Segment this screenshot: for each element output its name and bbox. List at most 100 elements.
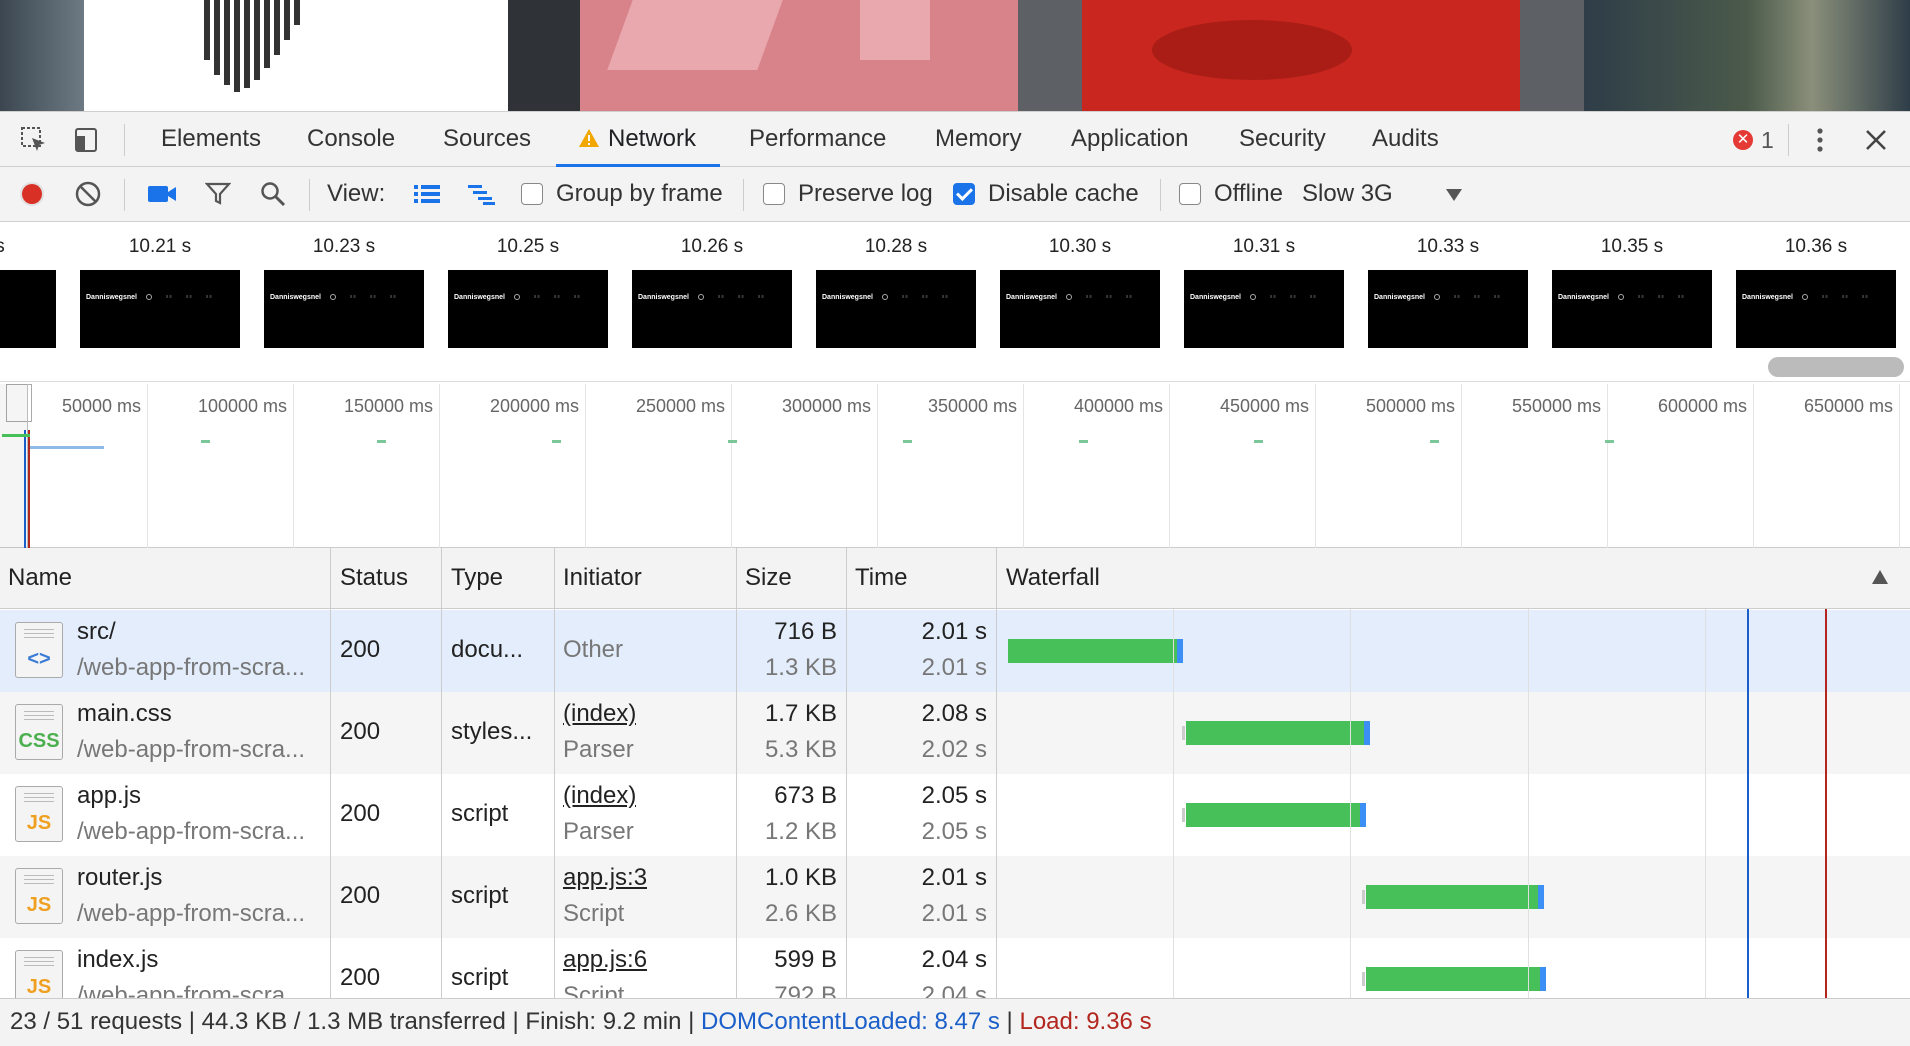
- overview-waterfall-icon[interactable]: [464, 176, 500, 212]
- waterfall-domcontentloaded-line: [1747, 609, 1749, 998]
- frame-logo: Danniswegsnel: [1374, 294, 1425, 301]
- initiator-text: Other: [563, 636, 624, 663]
- loading-spinner-icon: [146, 294, 152, 300]
- tab-memory[interactable]: Memory: [935, 112, 1022, 167]
- filmstrip-frame[interactable]: Danniswegsnel ≡ ≡ ≡ ≡ ≡ ≡: [80, 270, 240, 348]
- network-toolbar: View: Group by frame Preserve log Disabl…: [0, 167, 1910, 222]
- request-row[interactable]: JS router.js/web-app-from-scra... 200 scrip…: [0, 856, 1910, 938]
- waterfall-bar[interactable]: [1186, 721, 1370, 745]
- record-button[interactable]: [14, 176, 50, 212]
- js-file-icon: JS: [15, 868, 63, 924]
- filmstrip-time-label: 10.23 s: [312, 236, 376, 257]
- frame-nav-item: ≡ ≡: [1474, 294, 1480, 299]
- column-header-size[interactable]: Size: [737, 548, 792, 608]
- frame-nav-item: ≡ ≡: [922, 294, 928, 299]
- error-count: 1: [1761, 126, 1774, 153]
- group-by-frame-label: Group by frame: [556, 180, 723, 207]
- waterfall-bar[interactable]: [1366, 885, 1544, 909]
- column-header-name[interactable]: Name: [0, 548, 72, 608]
- page-image-pink: [508, 0, 580, 111]
- frame-nav-item: ≡ ≡: [534, 294, 540, 299]
- filmstrip-scrollbar[interactable]: [1768, 357, 1904, 377]
- request-row[interactable]: <> src/ /web-app-from-scra... 200 docu... Oth…: [0, 610, 1910, 692]
- column-header-status[interactable]: Status: [332, 548, 408, 608]
- device-toolbar-icon[interactable]: [70, 124, 102, 156]
- frame-logo: Danniswegsnel: [454, 294, 505, 301]
- close-devtools-icon[interactable]: [1860, 124, 1892, 156]
- filmstrip-frame[interactable]: Danniswegsnel ≡ ≡ ≡ ≡ ≡ ≡: [1368, 270, 1528, 348]
- column-header-time[interactable]: Time: [847, 548, 907, 608]
- throttling-select[interactable]: Slow 3G: [1302, 167, 1472, 222]
- tab-network[interactable]: Network: [556, 112, 721, 167]
- column-header-type[interactable]: Type: [443, 548, 503, 608]
- overview-request-bar: [30, 446, 104, 449]
- filmstrip-frame[interactable]: Danniswegsnel ≡ ≡ ≡ ≡ ≡ ≡: [448, 270, 608, 348]
- tab-security[interactable]: Security: [1239, 112, 1326, 167]
- large-rows-icon[interactable]: [409, 176, 445, 212]
- filmstrip-frame[interactable]: [0, 270, 56, 348]
- page-image-striped-art: [84, 0, 508, 111]
- tab-elements[interactable]: Elements: [161, 112, 261, 167]
- request-path: /web-app-from-scra...: [77, 900, 306, 927]
- initiator-link[interactable]: (index): [563, 782, 636, 810]
- html-file-icon: <>: [15, 622, 63, 678]
- overview-request-tick: [1605, 440, 1614, 443]
- waterfall-bar[interactable]: [1186, 803, 1366, 827]
- filmstrip-frame[interactable]: Danniswegsnel ≡ ≡ ≡ ≡ ≡ ≡: [1736, 270, 1896, 348]
- error-icon: ✕: [1733, 129, 1753, 150]
- filter-icon[interactable]: [200, 176, 236, 212]
- filmstrip-time-label: 10.30 s: [1048, 236, 1112, 257]
- preserve-log-checkbox[interactable]: [763, 183, 785, 205]
- frame-nav-item: ≡ ≡: [186, 294, 192, 299]
- filmstrip-time-label: 10.35 s: [1600, 236, 1664, 257]
- tab-application[interactable]: Application: [1071, 112, 1188, 167]
- initiator-link[interactable]: (index): [563, 700, 636, 728]
- request-row[interactable]: JS app.js/web-app-from-scra... 200 script (i…: [0, 774, 1910, 856]
- clear-icon[interactable]: [70, 176, 106, 212]
- filmstrip-frame[interactable]: Danniswegsnel ≡ ≡ ≡ ≡ ≡ ≡: [1552, 270, 1712, 348]
- summary-text: 23 / 51 requests | 44.3 KB / 1.3 MB tran…: [10, 1008, 702, 1035]
- filmstrip-frame[interactable]: Danniswegsnel ≡ ≡ ≡ ≡ ≡ ≡: [632, 270, 792, 348]
- tab-performance[interactable]: Performance: [749, 112, 886, 167]
- waterfall-bar[interactable]: [1366, 967, 1546, 991]
- group-by-frame-checkbox[interactable]: [521, 183, 543, 205]
- column-header-waterfall[interactable]: Waterfall: [998, 548, 1100, 608]
- waterfall-bar[interactable]: [1008, 639, 1183, 663]
- frame-nav-item: ≡ ≡: [390, 294, 396, 299]
- file-icon-label: JS: [26, 976, 52, 998]
- error-counter[interactable]: ✕ 1: [1733, 112, 1774, 167]
- tab-console[interactable]: Console: [307, 112, 395, 167]
- more-options-icon[interactable]: [1804, 124, 1836, 156]
- disable-cache-checkbox[interactable]: [953, 183, 975, 205]
- overview-request-tick: [376, 440, 386, 443]
- frame-nav-item: ≡ ≡: [1638, 294, 1644, 299]
- sort-ascending-icon[interactable]: [1872, 570, 1888, 584]
- frame-nav-item: ≡ ≡: [1822, 294, 1828, 299]
- request-path: /web-app-from-scra...: [77, 736, 306, 763]
- initiator-link[interactable]: app.js:3: [563, 864, 647, 892]
- search-icon[interactable]: [255, 176, 291, 212]
- loading-spinner-icon: [1434, 294, 1440, 300]
- waterfall-queue-stub: [1182, 808, 1185, 822]
- request-type: script: [451, 800, 509, 827]
- overview-request-tick: [201, 440, 210, 443]
- tab-sources[interactable]: Sources: [443, 112, 531, 167]
- request-size-resource: 1.3 KB: [764, 654, 837, 681]
- filmstrip-frame[interactable]: Danniswegsnel ≡ ≡ ≡ ≡ ≡ ≡: [1000, 270, 1160, 348]
- screenshots-camera-icon[interactable]: [144, 176, 180, 212]
- inspect-element-icon[interactable]: [18, 124, 50, 156]
- filmstrip-time-label: 10.36 s: [1784, 236, 1848, 257]
- column-header-initiator[interactable]: Initiator: [555, 548, 642, 608]
- tab-network-label: Network: [608, 125, 697, 152]
- filmstrip-frame[interactable]: Danniswegsnel ≡ ≡ ≡ ≡ ≡ ≡: [816, 270, 976, 348]
- request-name: index.js: [77, 946, 159, 973]
- filmstrip-frame[interactable]: Danniswegsnel ≡ ≡ ≡ ≡ ≡ ≡: [1184, 270, 1344, 348]
- initiator-link[interactable]: app.js:6: [563, 946, 647, 974]
- tab-audits[interactable]: Audits: [1372, 112, 1439, 167]
- request-path: /web-app-from-scra...: [77, 654, 306, 681]
- offline-checkbox[interactable]: [1179, 183, 1201, 205]
- request-row[interactable]: CSS main.css/web-app-from-scra... 200 style…: [0, 692, 1910, 774]
- filmstrip-frame[interactable]: Danniswegsnel ≡ ≡ ≡ ≡ ≡ ≡: [264, 270, 424, 348]
- request-type: styles...: [451, 718, 533, 745]
- overview-domcontentloaded-marker: [24, 430, 26, 548]
